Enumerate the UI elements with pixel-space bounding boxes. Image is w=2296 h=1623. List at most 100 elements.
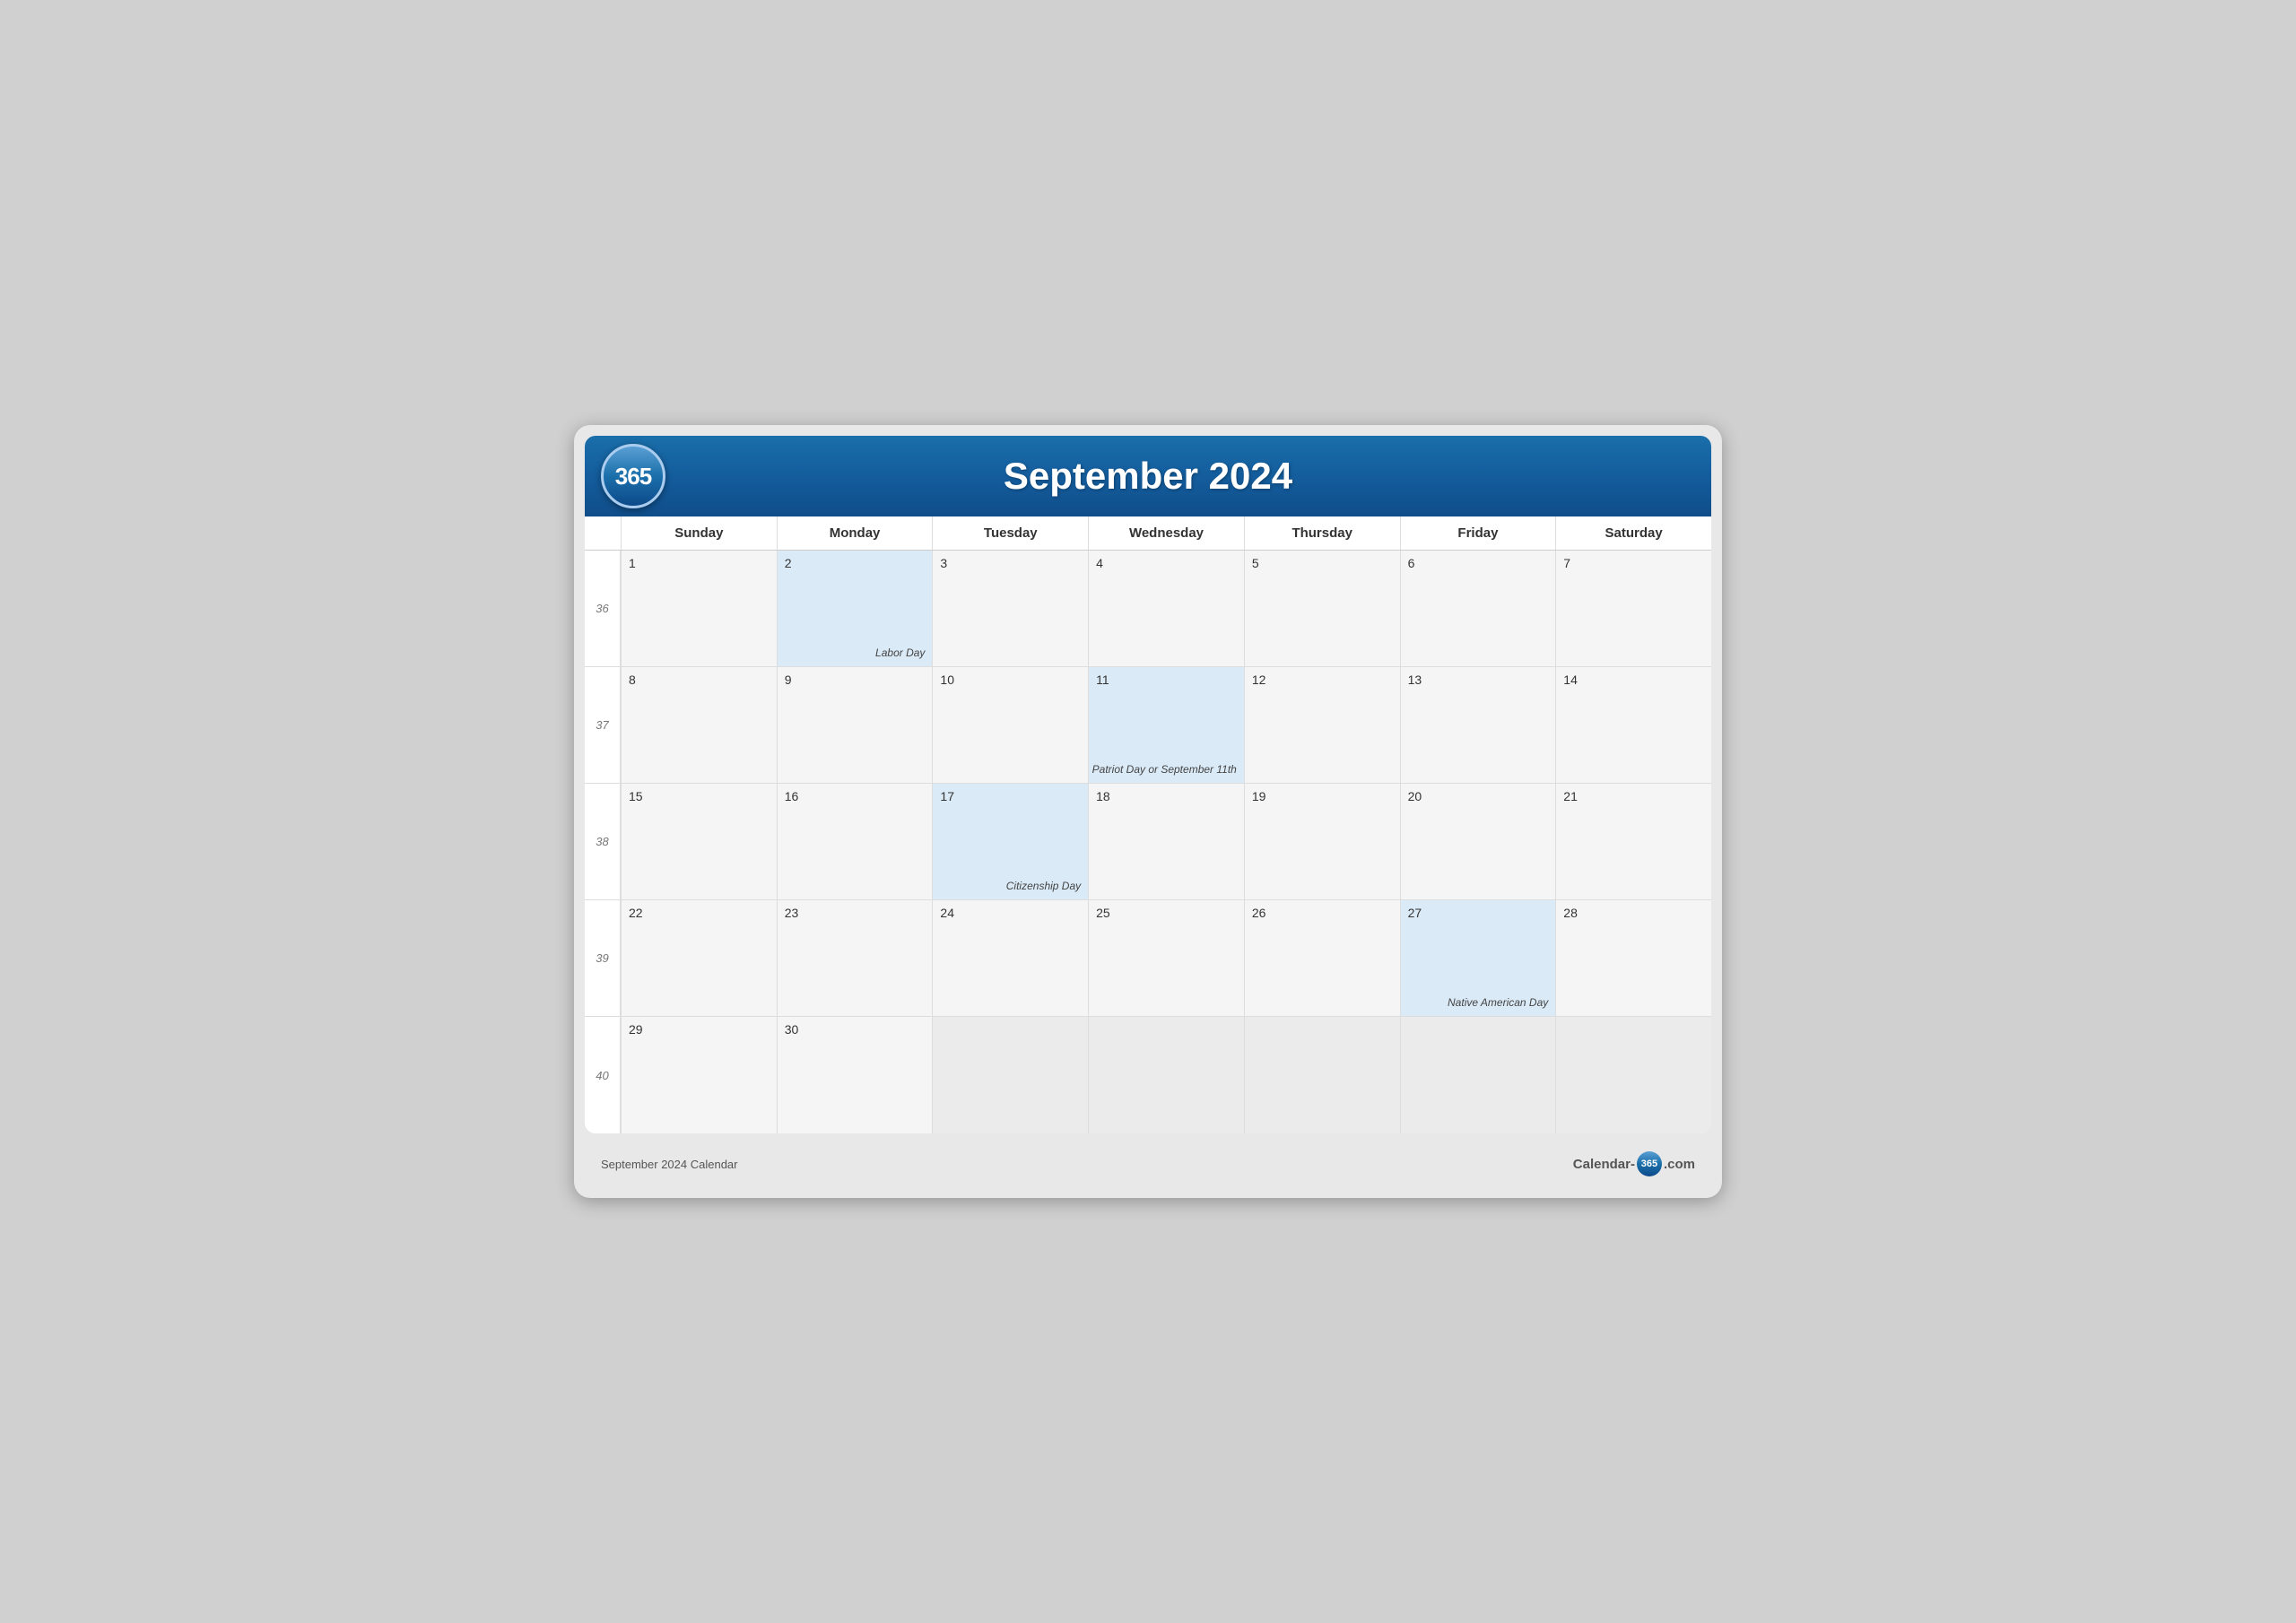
day-number: 16 [785,789,926,803]
day-header-sunday: Sunday [621,516,777,550]
cal-cell-empty [1088,1017,1244,1133]
day-number: 28 [1563,906,1704,920]
holiday-label: Labor Day [875,647,925,659]
cal-cell-30: 30 [777,1017,933,1133]
calendar-row: 38 15 16 17 Citizenship Day 18 19 20 21 [585,784,1711,900]
cal-cell-13: 13 [1400,667,1556,783]
logo-badge: 365 [601,444,665,508]
day-number: 19 [1252,789,1393,803]
calendar-body: SundayMondayTuesdayWednesdayThursdayFrid… [585,516,1711,1133]
cal-cell-11: 11 Patriot Day or September 11th [1088,667,1244,783]
cal-cell-10: 10 [932,667,1088,783]
cal-cell-empty [1244,1017,1400,1133]
day-header-saturday: Saturday [1555,516,1711,550]
cal-cell-4: 4 [1088,551,1244,666]
cal-cell-empty [932,1017,1088,1133]
day-number: 30 [785,1022,926,1037]
cal-cell-24: 24 [932,900,1088,1016]
day-number: 15 [629,789,770,803]
day-number: 14 [1563,673,1704,687]
cal-cell-21: 21 [1555,784,1711,899]
cal-cell-empty [1400,1017,1556,1133]
cal-cell-1: 1 [621,551,777,666]
day-number: 5 [1252,556,1393,570]
week-number: 36 [585,551,621,666]
cal-cell-5: 5 [1244,551,1400,666]
cal-cell-23: 23 [777,900,933,1016]
day-number: 6 [1408,556,1549,570]
day-number: 13 [1408,673,1549,687]
cal-cell-29: 29 [621,1017,777,1133]
day-number: 29 [629,1022,770,1037]
holiday-label: Native American Day [1448,996,1548,1009]
cal-cell-22: 22 [621,900,777,1016]
day-number: 12 [1252,673,1393,687]
day-number: 22 [629,906,770,920]
day-number: 9 [785,673,926,687]
day-header-tuesday: Tuesday [932,516,1088,550]
cal-cell-27: 27 Native American Day [1400,900,1556,1016]
day-headers-row: SundayMondayTuesdayWednesdayThursdayFrid… [585,516,1711,551]
cal-cell-16: 16 [777,784,933,899]
cal-cell-2: 2 Labor Day [777,551,933,666]
footer-brand: Calendar- 365 .com [1573,1151,1695,1176]
day-number: 17 [940,789,1081,803]
day-number: 2 [785,556,926,570]
day-number: 7 [1563,556,1704,570]
day-number: 1 [629,556,770,570]
week-number: 40 [585,1017,621,1133]
cal-cell-28: 28 [1555,900,1711,1016]
cal-cell-25: 25 [1088,900,1244,1016]
day-header-wednesday: Wednesday [1088,516,1244,550]
week-col-header [585,516,621,550]
day-header-monday: Monday [777,516,933,550]
calendar-row: 40 29 30 [585,1017,1711,1133]
cal-cell-15: 15 [621,784,777,899]
footer-caption: September 2024 Calendar [601,1158,738,1171]
cal-cell-12: 12 [1244,667,1400,783]
footer-brand-post: .com [1664,1157,1695,1172]
footer-brand-pre: Calendar- [1573,1157,1635,1172]
day-number: 4 [1096,556,1237,570]
cal-cell-20: 20 [1400,784,1556,899]
calendar-title: September 2024 [1004,455,1292,498]
day-number: 27 [1408,906,1549,920]
cal-cell-26: 26 [1244,900,1400,1016]
calendar-row: 36 1 2 Labor Day 3 4 5 67 [585,551,1711,667]
holiday-label: Citizenship Day [1006,880,1081,892]
week-number: 37 [585,667,621,783]
cal-cell-empty [1555,1017,1711,1133]
calendar-grid: 3612Labor Day3456737891011Patriot Day or… [585,551,1711,1133]
day-number: 25 [1096,906,1237,920]
calendar-row: 39 22 23 24 25 26 27 Native American Day 28 [585,900,1711,1017]
cal-cell-18: 18 [1088,784,1244,899]
day-number: 26 [1252,906,1393,920]
day-number: 11 [1096,673,1237,687]
day-number: 10 [940,673,1081,687]
day-number: 24 [940,906,1081,920]
day-header-friday: Friday [1400,516,1556,550]
cal-cell-3: 3 [932,551,1088,666]
cal-cell-8: 8 [621,667,777,783]
day-number: 23 [785,906,926,920]
day-number: 20 [1408,789,1549,803]
day-number: 8 [629,673,770,687]
day-header-thursday: Thursday [1244,516,1400,550]
day-number: 21 [1563,789,1704,803]
day-number: 18 [1096,789,1237,803]
cal-cell-19: 19 [1244,784,1400,899]
cal-cell-7: 7 [1555,551,1711,666]
calendar-header: 365 September 2024 [585,436,1711,516]
holiday-label: Patriot Day or September 11th [1092,763,1237,776]
day-number: 3 [940,556,1081,570]
calendar-wrapper: 365 September 2024 SundayMondayTuesdayWe… [574,425,1722,1198]
cal-cell-14: 14 [1555,667,1711,783]
week-number: 39 [585,900,621,1016]
calendar-footer: September 2024 Calendar Calendar- 365 .c… [585,1141,1711,1187]
calendar-row: 37 8 9 10 11 Patriot Day or September 11th 12 1… [585,667,1711,784]
week-number: 38 [585,784,621,899]
cal-cell-6: 6 [1400,551,1556,666]
cal-cell-17: 17 Citizenship Day [932,784,1088,899]
cal-cell-9: 9 [777,667,933,783]
footer-brand-badge: 365 [1637,1151,1662,1176]
